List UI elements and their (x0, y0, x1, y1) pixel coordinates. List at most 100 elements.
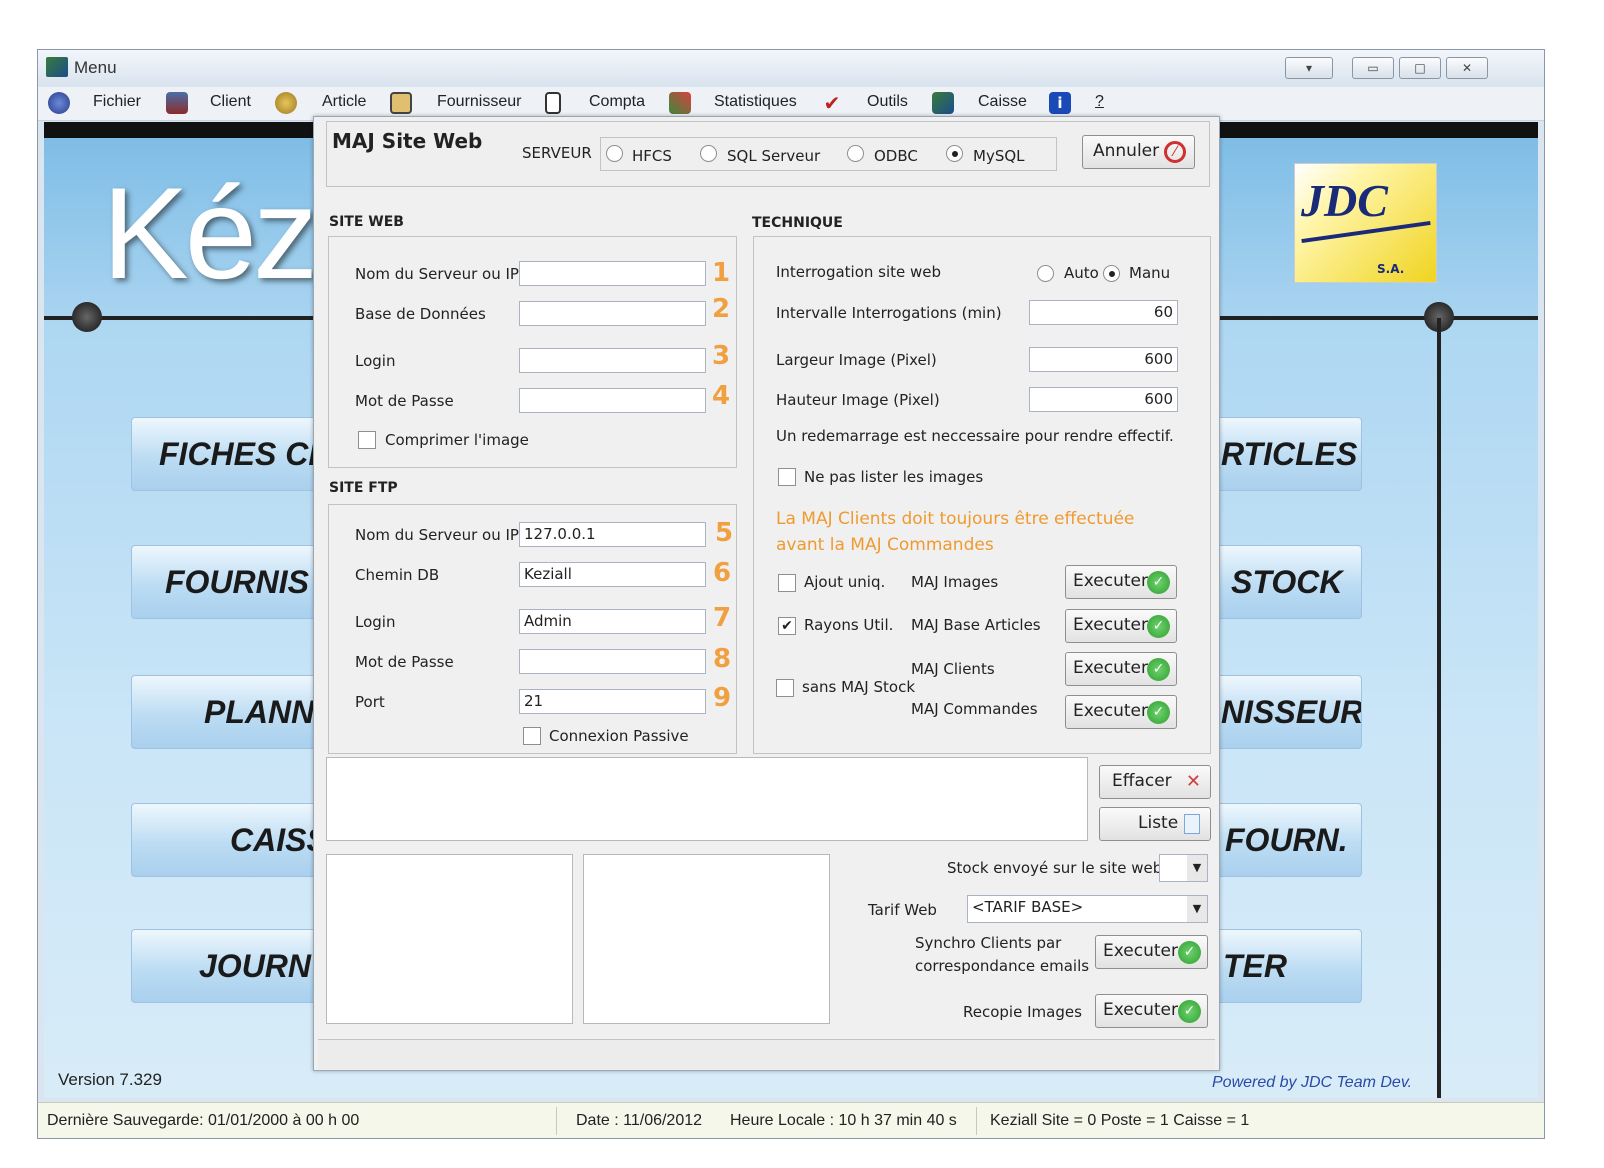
sans-maj-stock-checkbox[interactable] (776, 679, 794, 697)
dialog-footer (318, 1039, 1215, 1069)
liste-button[interactable]: Liste (1099, 807, 1211, 841)
fiches-clients-button[interactable]: FICHES CL (131, 417, 321, 491)
rayons-util-label: Rayons Util. (804, 616, 894, 634)
menu-caisse[interactable]: Caisse (978, 93, 1027, 111)
maj-base-label: MAJ Base Articles (911, 616, 1041, 634)
dropdown-button[interactable]: ▾ (1285, 57, 1333, 79)
menu-outils[interactable]: Outils (867, 93, 908, 111)
execute-maj-commandes-button[interactable]: Executer ✓ (1065, 695, 1177, 729)
ajout-uniq-checkbox[interactable] (778, 574, 796, 592)
effacer-button[interactable]: Effacer ✕ (1099, 765, 1211, 799)
ftp-server-input[interactable]: 127.0.0.1 (519, 522, 706, 547)
execute-label: Executer (1103, 941, 1178, 961)
menu-client[interactable]: Client (210, 93, 251, 111)
cancel-button[interactable]: Annuler ⁄ (1082, 135, 1195, 169)
dialog-title: MAJ Site Web (332, 129, 483, 153)
menu-fournisseur[interactable]: Fournisseur (437, 93, 521, 111)
largeur-input[interactable]: 600 (1029, 347, 1178, 372)
app-logo: Kéz (102, 160, 318, 306)
maximize-button[interactable]: □ (1399, 57, 1441, 79)
fourn-button[interactable]: FOURN. (1214, 803, 1362, 877)
status-time: Heure Locale : 10 h 37 min 40 s (730, 1112, 957, 1129)
check-icon: ✓ (1147, 571, 1170, 594)
minimize-button[interactable]: ▭ (1352, 57, 1394, 79)
caisse-button[interactable]: CAISS (131, 803, 321, 877)
radio-sql-serveur[interactable] (700, 145, 717, 162)
radio-auto[interactable] (1037, 265, 1054, 282)
menu-help[interactable]: ? (1095, 93, 1104, 111)
status-site: Keziall Site = 0 Poste = 1 Caisse = 1 (990, 1112, 1250, 1129)
menu-article[interactable]: Article (322, 93, 366, 111)
siteweb-server-number: 1 (712, 258, 731, 288)
client-icon (166, 92, 188, 114)
siteweb-db-input[interactable] (519, 301, 706, 326)
list-left[interactable] (326, 854, 573, 1024)
execute-synchro-button[interactable]: Executer ✓ (1095, 935, 1208, 969)
article-icon (275, 92, 297, 114)
check-icon: ✓ (1178, 1000, 1201, 1023)
radio-manu[interactable] (1103, 265, 1120, 282)
radio-odbc[interactable] (847, 145, 864, 162)
ftp-path-label: Chemin DB (355, 566, 440, 584)
tarif-value: <TARIF BASE> (972, 898, 1084, 916)
radio-hfcs[interactable] (606, 145, 623, 162)
siteweb-server-input[interactable] (519, 261, 706, 286)
siteweb-login-input[interactable] (519, 348, 706, 373)
passive-connection-checkbox[interactable] (523, 727, 541, 745)
execute-label: Executer (1073, 615, 1148, 635)
technique-heading: TECHNIQUE (752, 215, 843, 231)
synchro-label-line2: correspondance emails (915, 957, 1090, 975)
radio-odbc-label: ODBC (874, 147, 918, 165)
rayons-util-checkbox[interactable]: ✔ (778, 617, 796, 635)
fournisseur-menu-button[interactable]: NISSEUR (1214, 675, 1362, 749)
radio-mysql[interactable] (946, 145, 963, 162)
fichier-icon (48, 92, 70, 114)
hauteur-input[interactable]: 600 (1029, 387, 1178, 412)
chevron-down-icon: ▼ (1187, 896, 1207, 922)
hauteur-label: Hauteur Image (Pixel) (776, 391, 940, 409)
ftp-password-number: 8 (713, 644, 732, 674)
ftp-password-label: Mot de Passe (355, 653, 454, 671)
fournisseurs-button[interactable]: FOURNIS (131, 545, 321, 619)
stock-select[interactable]: ▼ (1159, 854, 1208, 882)
execute-maj-clients-button[interactable]: Executer ✓ (1065, 652, 1177, 686)
ftp-path-input[interactable]: Keziall (519, 562, 706, 587)
list-right[interactable] (583, 854, 830, 1024)
planning-button[interactable]: PLANNI (131, 675, 321, 749)
execute-recopie-button[interactable]: Executer ✓ (1095, 994, 1208, 1028)
intervalle-input[interactable]: 60 (1029, 300, 1178, 325)
menu-statistiques[interactable]: Statistiques (714, 93, 797, 111)
ftp-password-input[interactable] (519, 649, 706, 674)
close-button[interactable]: ✕ (1446, 57, 1488, 79)
title-bar: Menu ▾ ▭ □ ✕ (38, 50, 1544, 86)
jdc-logo-sub: S.A. (1377, 262, 1405, 276)
compta-icon (545, 92, 561, 114)
no-list-images-checkbox[interactable] (778, 468, 796, 486)
check-icon: ✓ (1147, 701, 1170, 724)
menu-fichier[interactable]: Fichier (93, 93, 141, 111)
execute-maj-base-button[interactable]: Executer ✓ (1065, 609, 1177, 643)
tarif-select[interactable]: <TARIF BASE> ▼ (967, 895, 1208, 923)
compress-image-checkbox[interactable] (358, 431, 376, 449)
articles-button[interactable]: RTICLES (1214, 417, 1362, 491)
stock-button[interactable]: STOCK (1214, 545, 1362, 619)
passive-connection-label: Connexion Passive (549, 727, 689, 745)
quitter-button[interactable]: TER (1214, 929, 1362, 1003)
status-divider (556, 1107, 557, 1135)
siteweb-password-input[interactable] (519, 388, 706, 413)
status-divider (976, 1107, 977, 1135)
menu-compta[interactable]: Compta (589, 93, 645, 111)
maj-images-label: MAJ Images (911, 573, 999, 591)
log-textarea[interactable] (326, 757, 1088, 841)
ftp-login-input[interactable]: Admin (519, 609, 706, 634)
execute-maj-images-button[interactable]: Executer ✓ (1065, 565, 1177, 599)
siteweb-password-number: 4 (712, 381, 731, 411)
version-label: Version 7.329 (58, 1070, 162, 1089)
radio-sql-serveur-label: SQL Serveur (727, 147, 821, 165)
journal-button[interactable]: JOURN (131, 929, 321, 1003)
radio-mysql-label: MySQL (973, 147, 1025, 165)
fourn-label: FOURN. (1225, 822, 1348, 858)
ftp-port-input[interactable]: 21 (519, 689, 706, 714)
articles-label: RTICLES (1221, 436, 1358, 472)
outils-icon: ✔ (823, 91, 841, 115)
